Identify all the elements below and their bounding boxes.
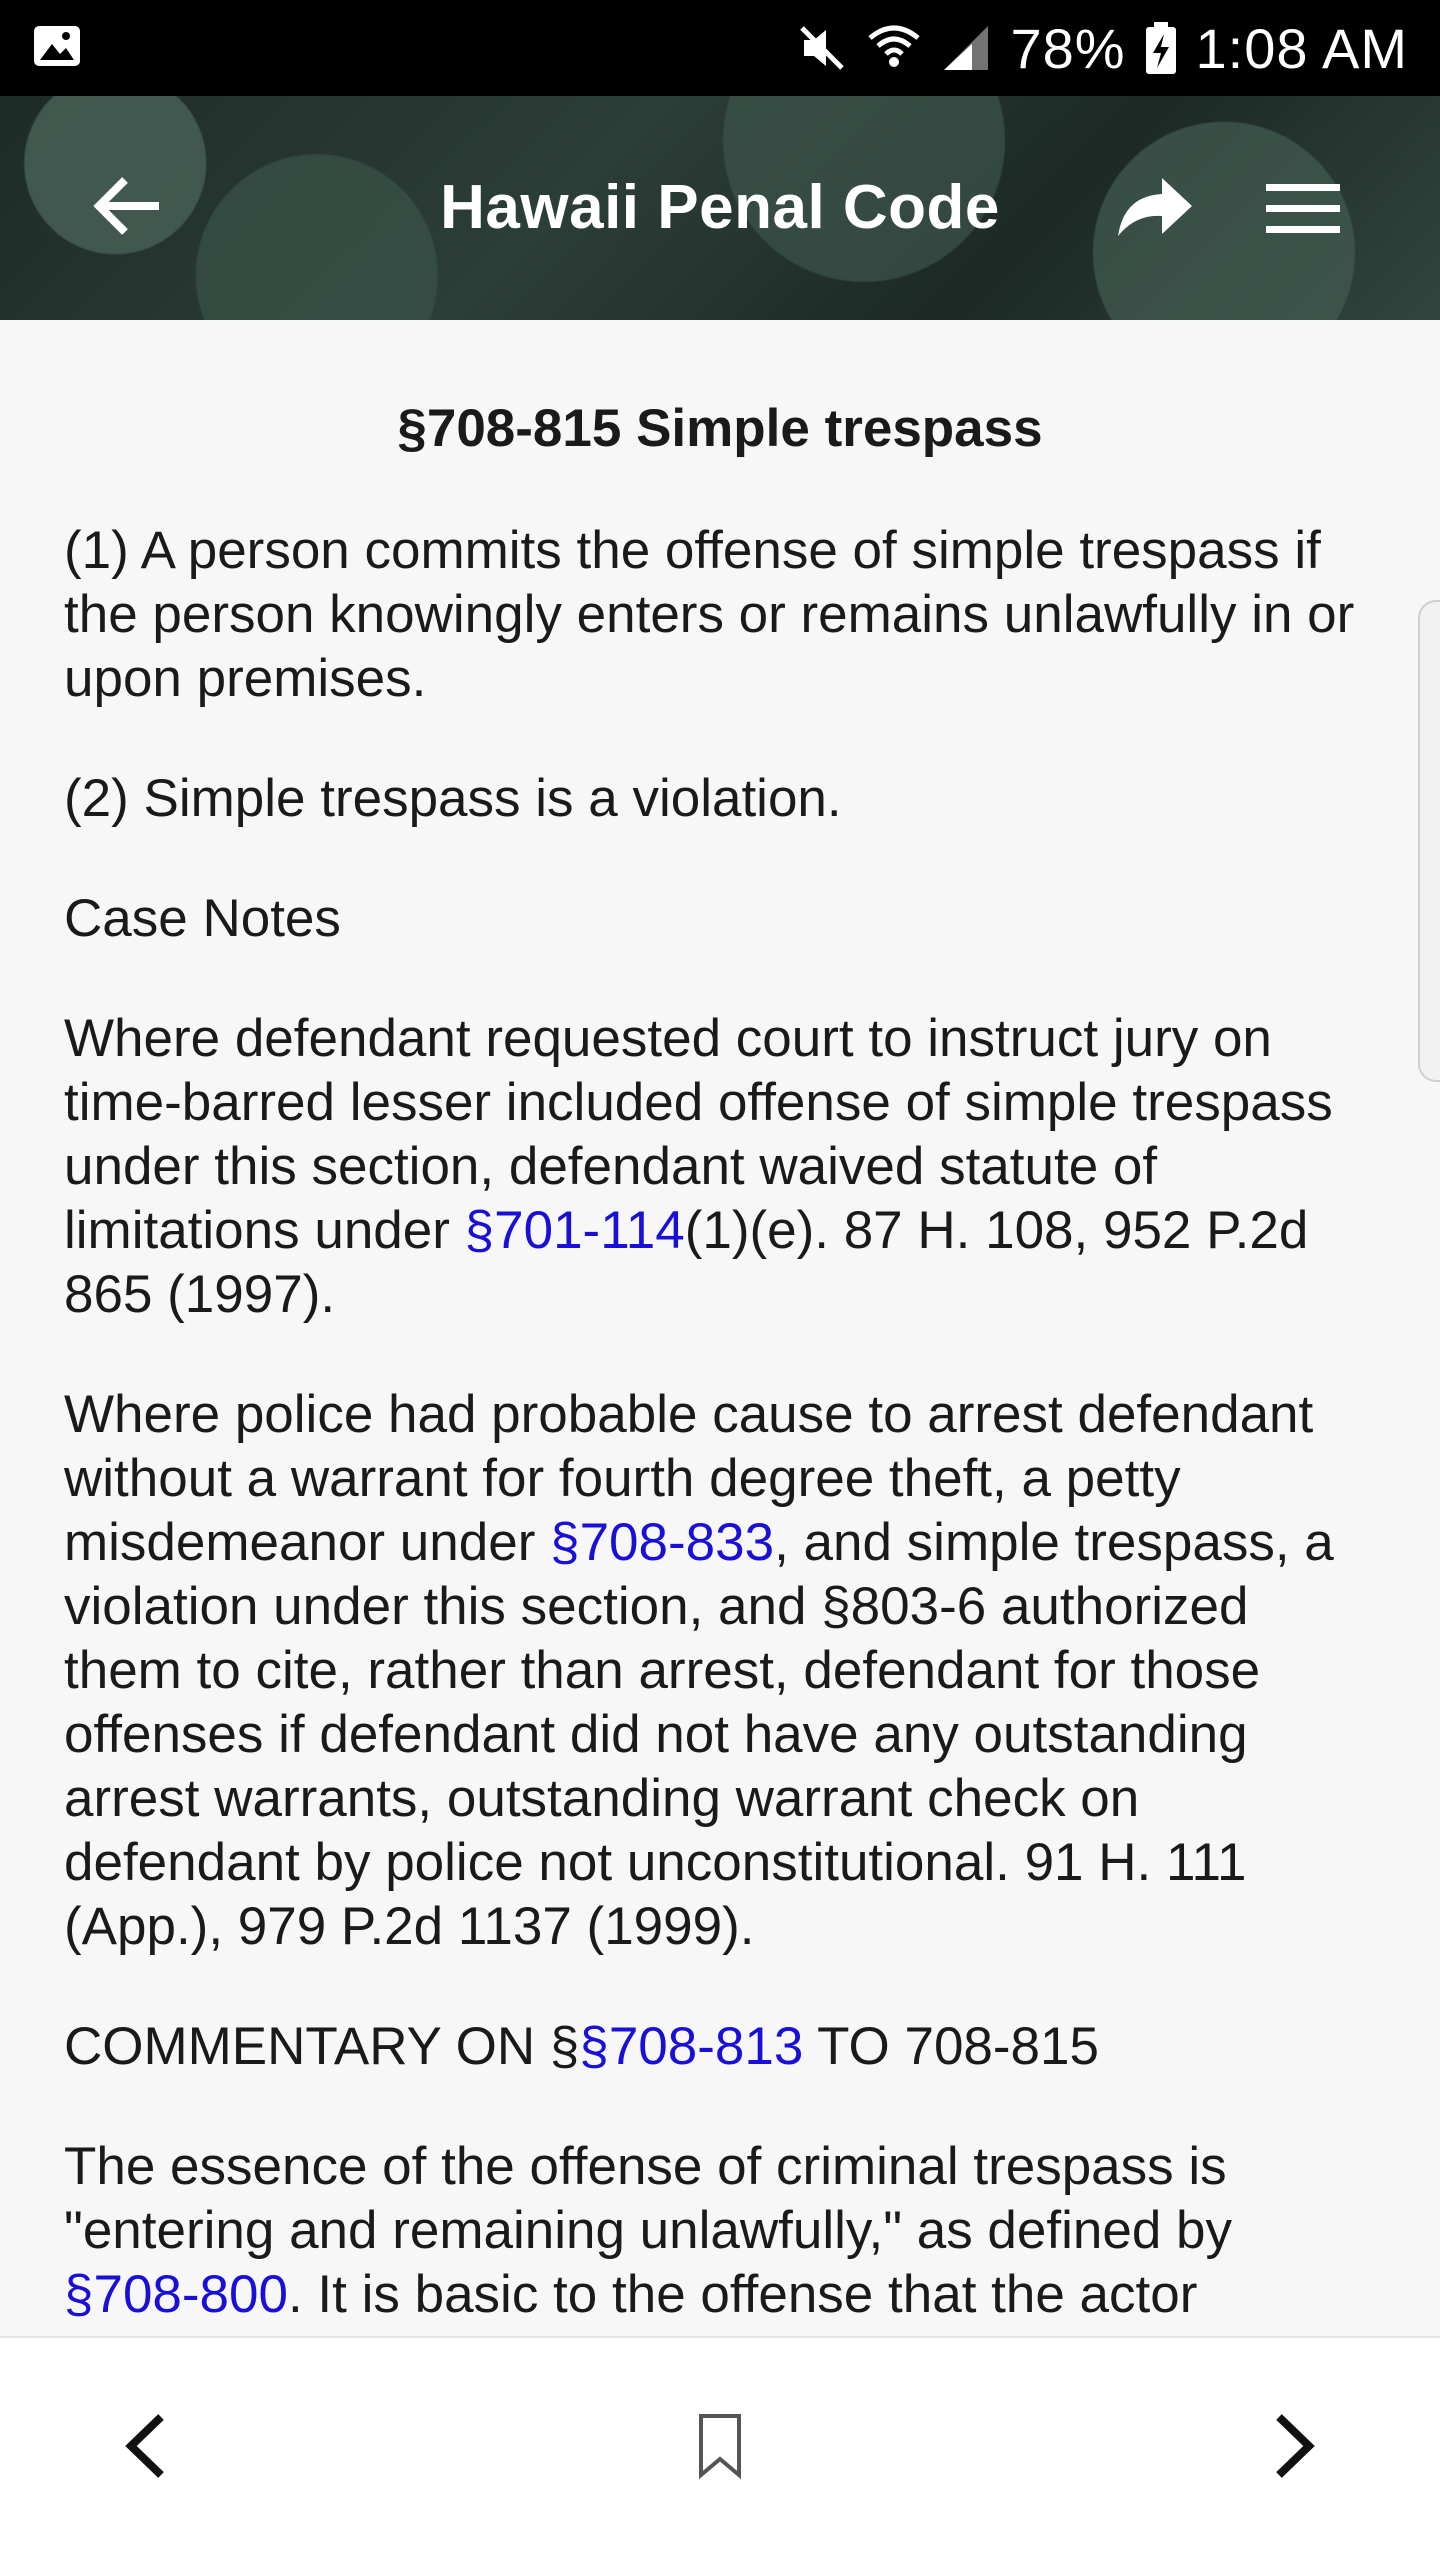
bookmark-icon xyxy=(697,2413,743,2484)
subsection-2: (2) Simple trespass is a violation. xyxy=(64,769,842,828)
commentary-text: The essence of the offense of criminal t… xyxy=(64,2137,1233,2260)
case-notes-label: Case Notes xyxy=(64,889,341,948)
app-bar: Hawaii Penal Code xyxy=(0,96,1440,320)
link-708-813[interactable]: §708-813 xyxy=(579,2017,803,2076)
share-icon xyxy=(1116,176,1194,243)
scroll-handle[interactable] xyxy=(1418,600,1440,1082)
back-button[interactable] xyxy=(86,166,170,250)
battery-percent: 78% xyxy=(1010,16,1126,80)
mute-icon xyxy=(796,22,848,74)
previous-section-button[interactable] xyxy=(96,2398,196,2498)
case-note-2: Where police had probable cause to arres… xyxy=(64,1383,1376,1959)
commentary-text: COMMENTARY ON § xyxy=(64,2017,580,2076)
wifi-icon xyxy=(866,22,922,74)
bookmark-button[interactable] xyxy=(670,2398,770,2498)
menu-button[interactable] xyxy=(1260,168,1346,254)
battery-charging-icon xyxy=(1144,20,1178,76)
hamburger-menu-icon xyxy=(1264,180,1342,243)
chevron-left-icon xyxy=(121,2411,171,2486)
image-icon xyxy=(32,24,82,73)
status-bar: 78% 1:08 AM xyxy=(0,0,1440,96)
subsection-1: (1) A person commits the offense of simp… xyxy=(64,521,1355,708)
bottom-nav xyxy=(0,2336,1440,2562)
page-title: Hawaii Penal Code xyxy=(440,173,1000,242)
commentary-text: TO 708-815 xyxy=(803,2017,1099,2076)
commentary-paragraph: The essence of the offense of criminal t… xyxy=(64,2135,1376,2327)
clock: 1:08 AM xyxy=(1195,16,1408,80)
case-note-1: Where defendant requested court to instr… xyxy=(64,1007,1376,1327)
commentary-text: . It is basic to the offense that the ac… xyxy=(287,2265,1198,2324)
note-text: , and simple trespass, a violation under… xyxy=(64,1513,1334,1956)
link-708-800[interactable]: §708-800 xyxy=(64,2265,288,2324)
link-701-114[interactable]: §701-114 xyxy=(465,1201,685,1260)
link-708-833[interactable]: §708-833 xyxy=(550,1513,774,1572)
back-arrow-icon xyxy=(93,176,163,241)
section-content[interactable]: §708-815 Simple trespass (1) A person co… xyxy=(0,320,1440,2336)
chevron-right-icon xyxy=(1269,2411,1319,2486)
commentary-heading: COMMENTARY ON §§708-813 TO 708-815 xyxy=(64,2015,1376,2079)
section-heading: §708-815 Simple trespass xyxy=(397,399,1043,458)
next-section-button[interactable] xyxy=(1244,2398,1344,2498)
signal-icon xyxy=(940,22,992,74)
share-button[interactable] xyxy=(1112,166,1198,252)
